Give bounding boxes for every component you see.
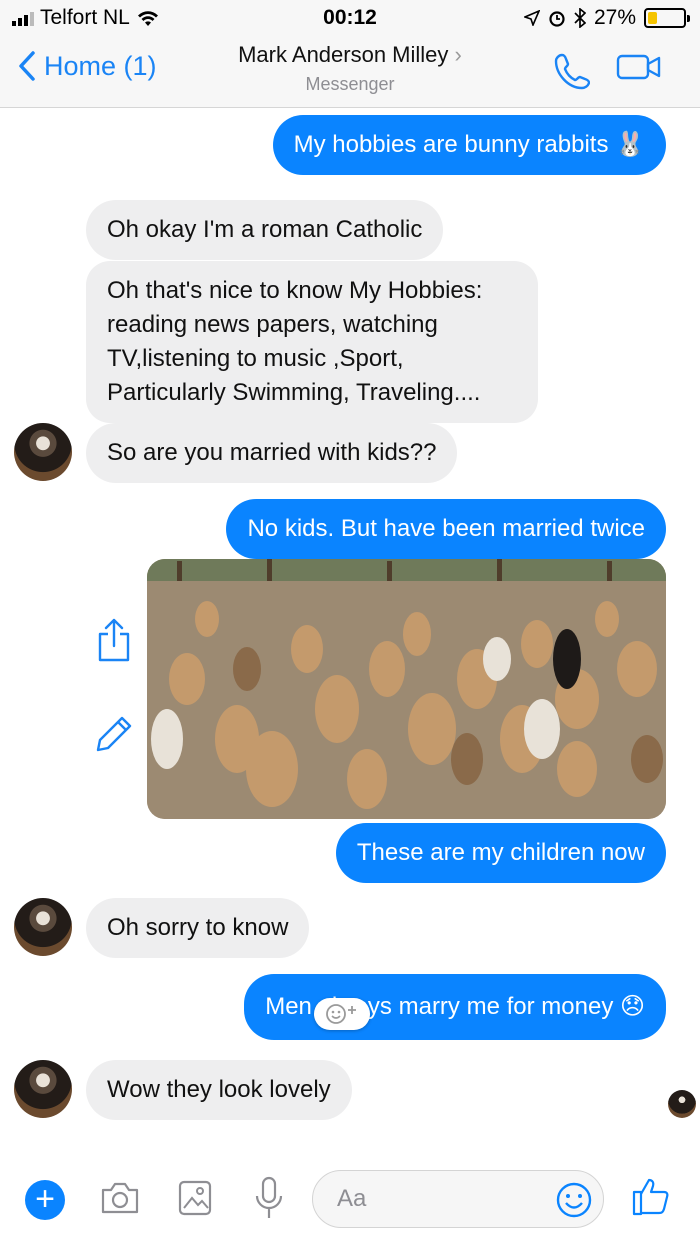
message-incoming[interactable]: So are you married with kids??	[86, 423, 458, 483]
message-outgoing[interactable]: My hobbies are bunny rabbits 🐰	[272, 115, 666, 175]
contact-name: Mark Anderson Milley	[238, 42, 449, 67]
contact-title[interactable]: Mark Anderson Milley › Messenger	[200, 42, 500, 95]
bluetooth-icon	[574, 8, 586, 28]
back-label: Home (1)	[44, 50, 157, 81]
message-outgoing[interactable]: No kids. But have been married twice	[226, 499, 666, 559]
camera-icon[interactable]	[100, 1180, 140, 1216]
message-input-field[interactable]	[312, 1170, 604, 1228]
alarm-icon	[549, 11, 565, 27]
message-text: No kids. But have been married twice	[247, 515, 645, 542]
contact-avatar[interactable]	[14, 898, 72, 956]
message-outgoing[interactable]: These are my children now	[335, 823, 666, 883]
thumbs-up-icon[interactable]	[632, 1176, 670, 1216]
read-receipt-avatar	[668, 1090, 696, 1118]
smiley-plus-icon	[326, 1004, 356, 1024]
message-text: Wow they look lovely	[107, 1076, 331, 1103]
location-icon	[523, 10, 540, 26]
more-actions-button[interactable]: +	[25, 1180, 65, 1220]
rabbits-image	[147, 559, 666, 819]
edit-pencil-icon[interactable]	[94, 714, 134, 754]
video-call-icon[interactable]	[616, 52, 662, 82]
message-thread[interactable]: My hobbies are bunny rabbits 🐰 Oh okay I…	[0, 108, 700, 1148]
gallery-icon[interactable]	[178, 1180, 212, 1216]
message-incoming[interactable]: Oh that's nice to know My Hobbies: readi…	[86, 261, 538, 423]
message-outgoing[interactable]: Men always marry me for money 😞	[244, 974, 666, 1040]
message-incoming[interactable]: Oh okay I'm a roman Catholic	[86, 200, 444, 260]
message-text: Oh okay I'm a roman Catholic	[107, 216, 423, 243]
share-icon[interactable]	[96, 618, 132, 662]
status-bar: Telfort NL 00:12 27%	[0, 0, 700, 36]
message-text: Oh that's nice to know My Hobbies: readi…	[107, 277, 483, 406]
message-text: So are you married with kids??	[107, 439, 437, 466]
message-input[interactable]	[337, 1185, 537, 1213]
chevron-right-icon: ›	[454, 42, 462, 67]
battery-percent: 27%	[593, 6, 636, 29]
message-incoming[interactable]: Oh sorry to know	[86, 898, 310, 958]
phone-icon[interactable]	[554, 52, 590, 90]
message-composer: +	[0, 1148, 700, 1244]
plus-icon: +	[35, 1180, 55, 1218]
add-reaction-button[interactable]	[314, 998, 370, 1030]
message-text: These are my children now	[356, 839, 645, 866]
contact-avatar[interactable]	[14, 1060, 72, 1118]
message-text: My hobbies are bunny rabbits 🐰	[293, 131, 645, 158]
contact-avatar[interactable]	[14, 423, 72, 481]
emoji-icon[interactable]	[555, 1181, 593, 1219]
back-button[interactable]: Home (1)	[18, 50, 157, 82]
shared-photo-rabbits[interactable]	[147, 559, 666, 819]
message-text: Oh sorry to know	[107, 914, 289, 941]
chevron-left-icon	[19, 51, 35, 81]
contact-subtitle: Messenger	[305, 74, 395, 94]
battery-icon	[644, 8, 690, 28]
microphone-icon[interactable]	[254, 1176, 284, 1220]
message-incoming[interactable]: Wow they look lovely	[86, 1060, 352, 1120]
conversation-header: Home (1) Mark Anderson Milley › Messenge…	[0, 36, 700, 108]
